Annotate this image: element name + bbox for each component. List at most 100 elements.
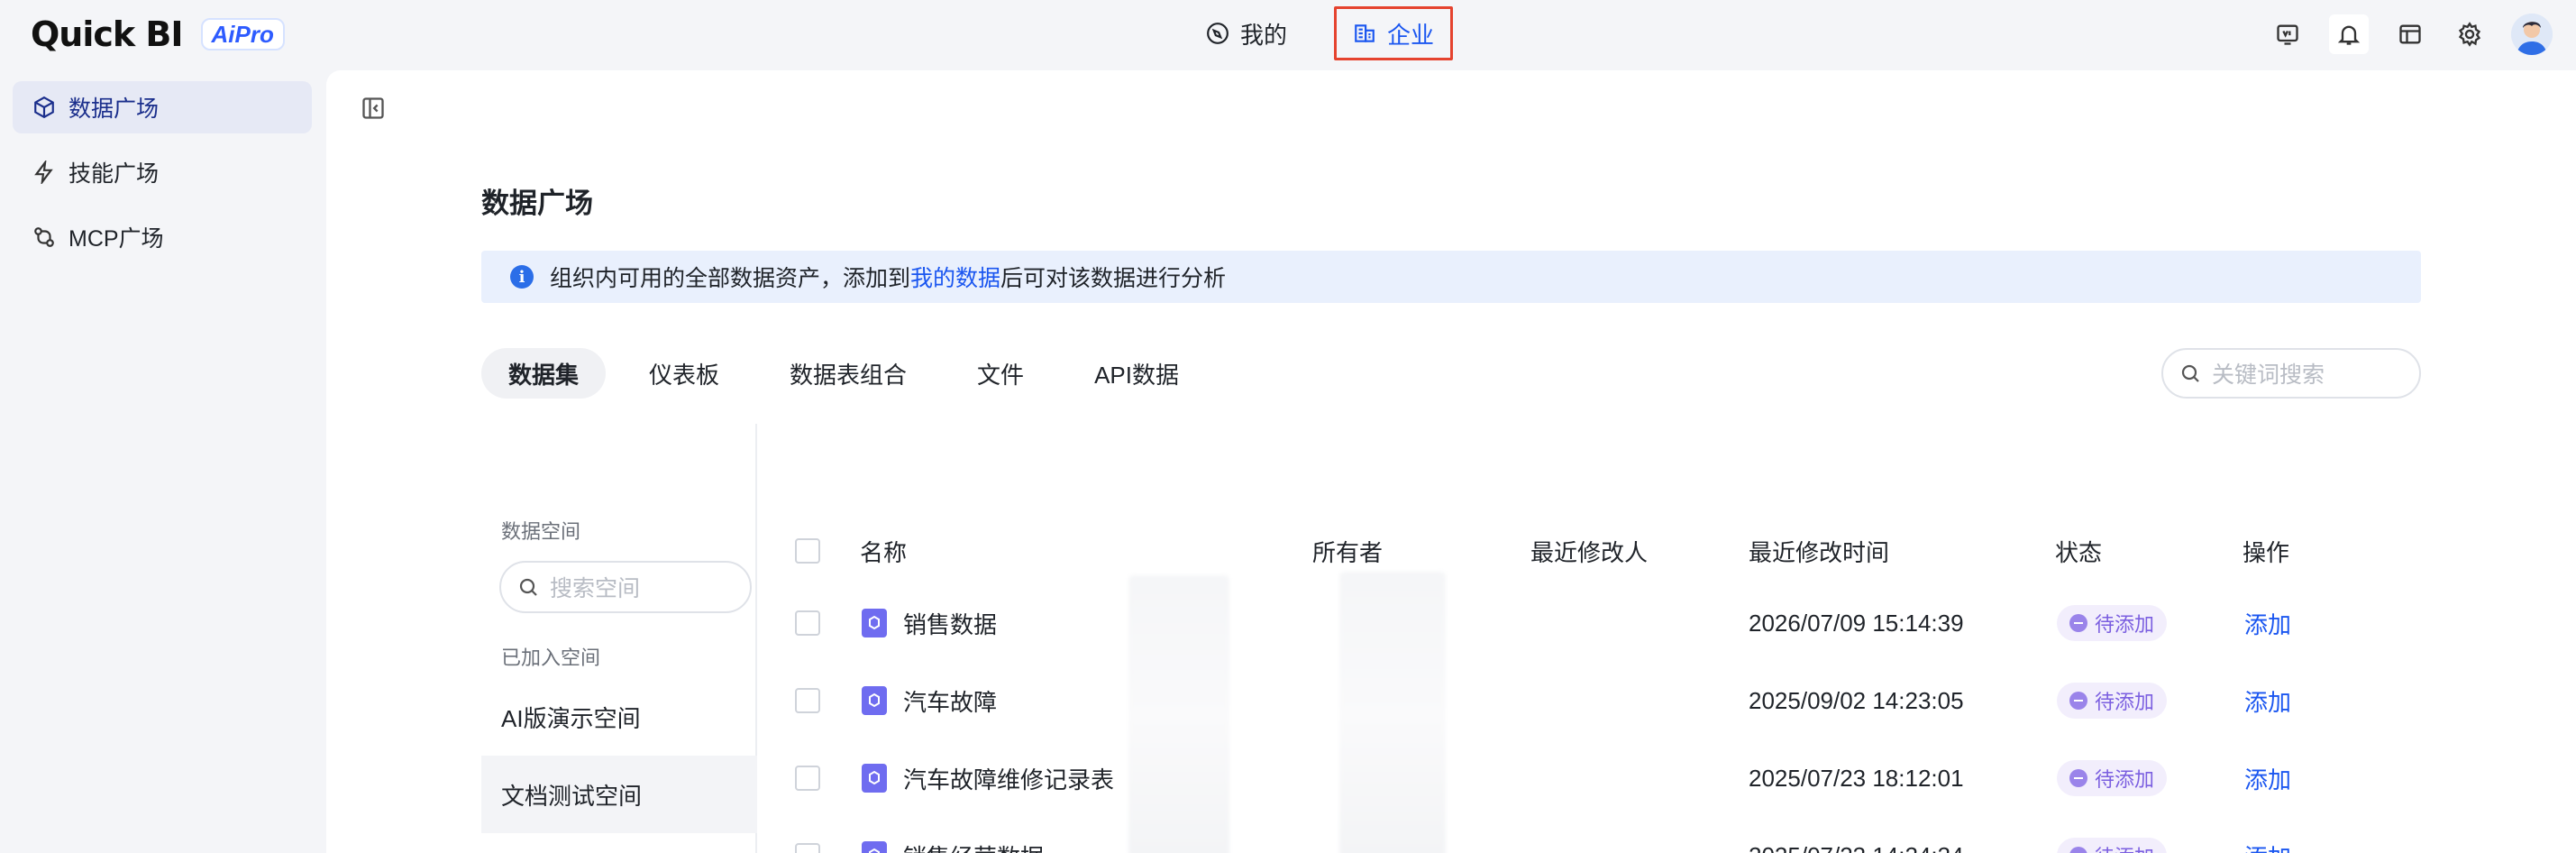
asset-type-tabs: 数据集 仪表板 数据表组合 文件 API数据 xyxy=(481,348,1206,399)
row-modified-time: 2026/07/09 15:14:39 xyxy=(1749,609,1964,637)
table-row[interactable]: 销售数据 2026/07/09 15:14:39 待添加 添加 xyxy=(795,584,2423,662)
lightning-icon xyxy=(34,161,53,184)
avatar[interactable] xyxy=(2511,14,2553,55)
cube-icon xyxy=(34,96,54,119)
row-checkbox[interactable] xyxy=(795,688,820,713)
row-modified-time: 2025/07/23 14:24:34 xyxy=(1749,817,1964,853)
logo-text: Quick BI xyxy=(31,14,184,54)
sidebar-item-skill-plaza[interactable]: 技能广场 xyxy=(13,146,312,198)
pending-icon xyxy=(2069,614,2087,632)
add-button[interactable]: 添加 xyxy=(2244,739,2291,817)
tab-file[interactable]: 文件 xyxy=(950,348,1051,399)
joined-space-label: 已加入空间 xyxy=(501,647,601,669)
table-header: 名称 所有者 最近修改人 最近修改时间 状态 操作 xyxy=(795,512,2423,590)
table-row[interactable]: 汽车故障 2025/09/02 14:23:05 待添加 添加 xyxy=(795,662,2423,739)
sidebar-item-data-plaza[interactable]: 数据广场 xyxy=(13,81,312,133)
space-item-ai-demo[interactable]: AI版演示空间 xyxy=(481,678,757,756)
tab-api-data[interactable]: API数据 xyxy=(1067,348,1206,399)
building-icon xyxy=(1355,24,1375,42)
topnav-enterprise-label: 企业 xyxy=(1387,21,1435,49)
status-label: 待添加 xyxy=(2095,841,2154,853)
status-label: 待添加 xyxy=(2095,613,2155,636)
my-data-link[interactable]: 我的数据 xyxy=(910,261,1000,293)
pending-icon xyxy=(2069,847,2087,853)
info-icon: i xyxy=(510,265,534,289)
col-name: 名称 xyxy=(860,538,908,566)
sidebar-item-label: 数据广场 xyxy=(69,96,160,122)
row-name[interactable]: 销售数据 xyxy=(903,607,997,640)
add-button[interactable]: 添加 xyxy=(2244,817,2291,853)
table-row[interactable]: 销售经营数据 2025/07/23 14:24:34 待添加 添加 xyxy=(795,817,2423,853)
notice-prefix: 组织内可用的全部数据资产，添加到 xyxy=(550,266,911,291)
sidebar-item-label: 技能广场 xyxy=(69,161,160,187)
tab-dashboard[interactable]: 仪表板 xyxy=(622,348,746,399)
status-badge: 待添加 xyxy=(2057,683,2168,719)
topnav-my-label: 我的 xyxy=(1240,21,1288,49)
workspace-button[interactable] xyxy=(2392,16,2428,52)
dataset-icon xyxy=(862,764,887,793)
status-badge: 待添加 xyxy=(2057,838,2168,853)
col-owner: 所有者 xyxy=(1312,538,1384,566)
tab-table-combo[interactable]: 数据表组合 xyxy=(763,348,934,399)
row-checkbox[interactable] xyxy=(795,610,820,636)
link-icon xyxy=(34,227,54,247)
search-placeholder: 关键词搜索 xyxy=(2212,362,2325,388)
top-right-toolbar xyxy=(2270,11,2553,58)
page-title: 数据广场 xyxy=(481,188,593,219)
topnav-my[interactable]: 我的 xyxy=(1190,6,1303,60)
add-button[interactable]: 添加 xyxy=(2244,584,2291,662)
logo[interactable]: Quick BI AiPro xyxy=(31,14,285,54)
row-checkbox[interactable] xyxy=(795,843,820,853)
gear-icon xyxy=(2458,22,2481,47)
topnav-enterprise[interactable]: 企业 xyxy=(1334,6,1454,60)
search-icon xyxy=(519,578,537,596)
sidebar-item-label: MCP广场 xyxy=(69,226,164,252)
space-search-placeholder: 搜索空间 xyxy=(550,576,641,601)
top-bar: Quick BI AiPro 我的 企业 xyxy=(0,0,2576,69)
space-panel: 数据空间 搜索空间 已加入空间 AI版演示空间 文档测试空间 xyxy=(481,424,757,853)
notification-button[interactable] xyxy=(2329,14,2369,54)
table-row[interactable]: 汽车故障维修记录表 2025/07/23 18:12:01 待添加 添加 xyxy=(795,739,2423,817)
col-modified-time: 最近修改时间 xyxy=(1749,538,1890,566)
main-panel: 数据广场 i 组织内可用的全部数据资产，添加到 我的数据 后可对该数据进行分析 … xyxy=(326,70,2576,853)
info-notice: i 组织内可用的全部数据资产，添加到 我的数据 后可对该数据进行分析 xyxy=(481,251,2421,303)
tab-dataset[interactable]: 数据集 xyxy=(481,348,607,399)
col-status: 状态 xyxy=(2055,538,2103,566)
row-name[interactable]: 汽车故障维修记录表 xyxy=(903,762,1114,795)
row-name[interactable]: 汽车故障 xyxy=(903,684,997,718)
workspace-icon xyxy=(2399,24,2421,44)
search-icon xyxy=(2181,364,2199,382)
add-button[interactable]: 添加 xyxy=(2244,662,2291,739)
user-avatar-icon xyxy=(2511,14,2553,55)
status-label: 待添加 xyxy=(2095,768,2155,791)
row-checkbox[interactable] xyxy=(795,766,820,791)
top-nav: 我的 企业 xyxy=(1190,5,1454,61)
status-badge: 待添加 xyxy=(2057,760,2168,796)
space-item-doc-test[interactable]: 文档测试空间 xyxy=(481,756,757,833)
row-name[interactable]: 销售经营数据 xyxy=(903,839,1044,853)
pending-icon xyxy=(2069,769,2087,787)
settings-button[interactable] xyxy=(2452,16,2488,52)
keyword-search-input[interactable]: 关键词搜索 xyxy=(2161,348,2421,399)
space-section-label: 数据空间 xyxy=(501,520,581,543)
select-all-checkbox[interactable] xyxy=(795,538,820,564)
status-badge: 待添加 xyxy=(2057,605,2168,641)
tutorial-icon xyxy=(2277,24,2298,45)
dataset-icon xyxy=(862,841,887,853)
notice-suffix: 后可对该数据进行分析 xyxy=(1000,266,1227,291)
space-search-input[interactable]: 搜索空间 xyxy=(499,561,752,613)
sidebar-item-mcp-plaza[interactable]: MCP广场 xyxy=(13,211,312,263)
collapse-sidebar-icon[interactable] xyxy=(361,96,386,121)
col-modifier: 最近修改人 xyxy=(1530,538,1649,566)
sidebar: 数据广场 技能广场 MCP广场 xyxy=(0,69,324,853)
dataset-icon xyxy=(862,686,887,715)
col-action: 操作 xyxy=(2243,538,2290,566)
compass-icon xyxy=(1207,23,1229,44)
status-label: 待添加 xyxy=(2095,691,2155,713)
row-modified-time: 2025/09/02 14:23:05 xyxy=(1749,686,1964,714)
tutorial-button[interactable] xyxy=(2270,16,2306,52)
row-modified-time: 2025/07/23 18:12:01 xyxy=(1749,764,1964,792)
pending-icon xyxy=(2069,692,2087,710)
dataset-icon xyxy=(862,609,887,637)
ai-pro-badge: AiPro xyxy=(200,18,285,50)
